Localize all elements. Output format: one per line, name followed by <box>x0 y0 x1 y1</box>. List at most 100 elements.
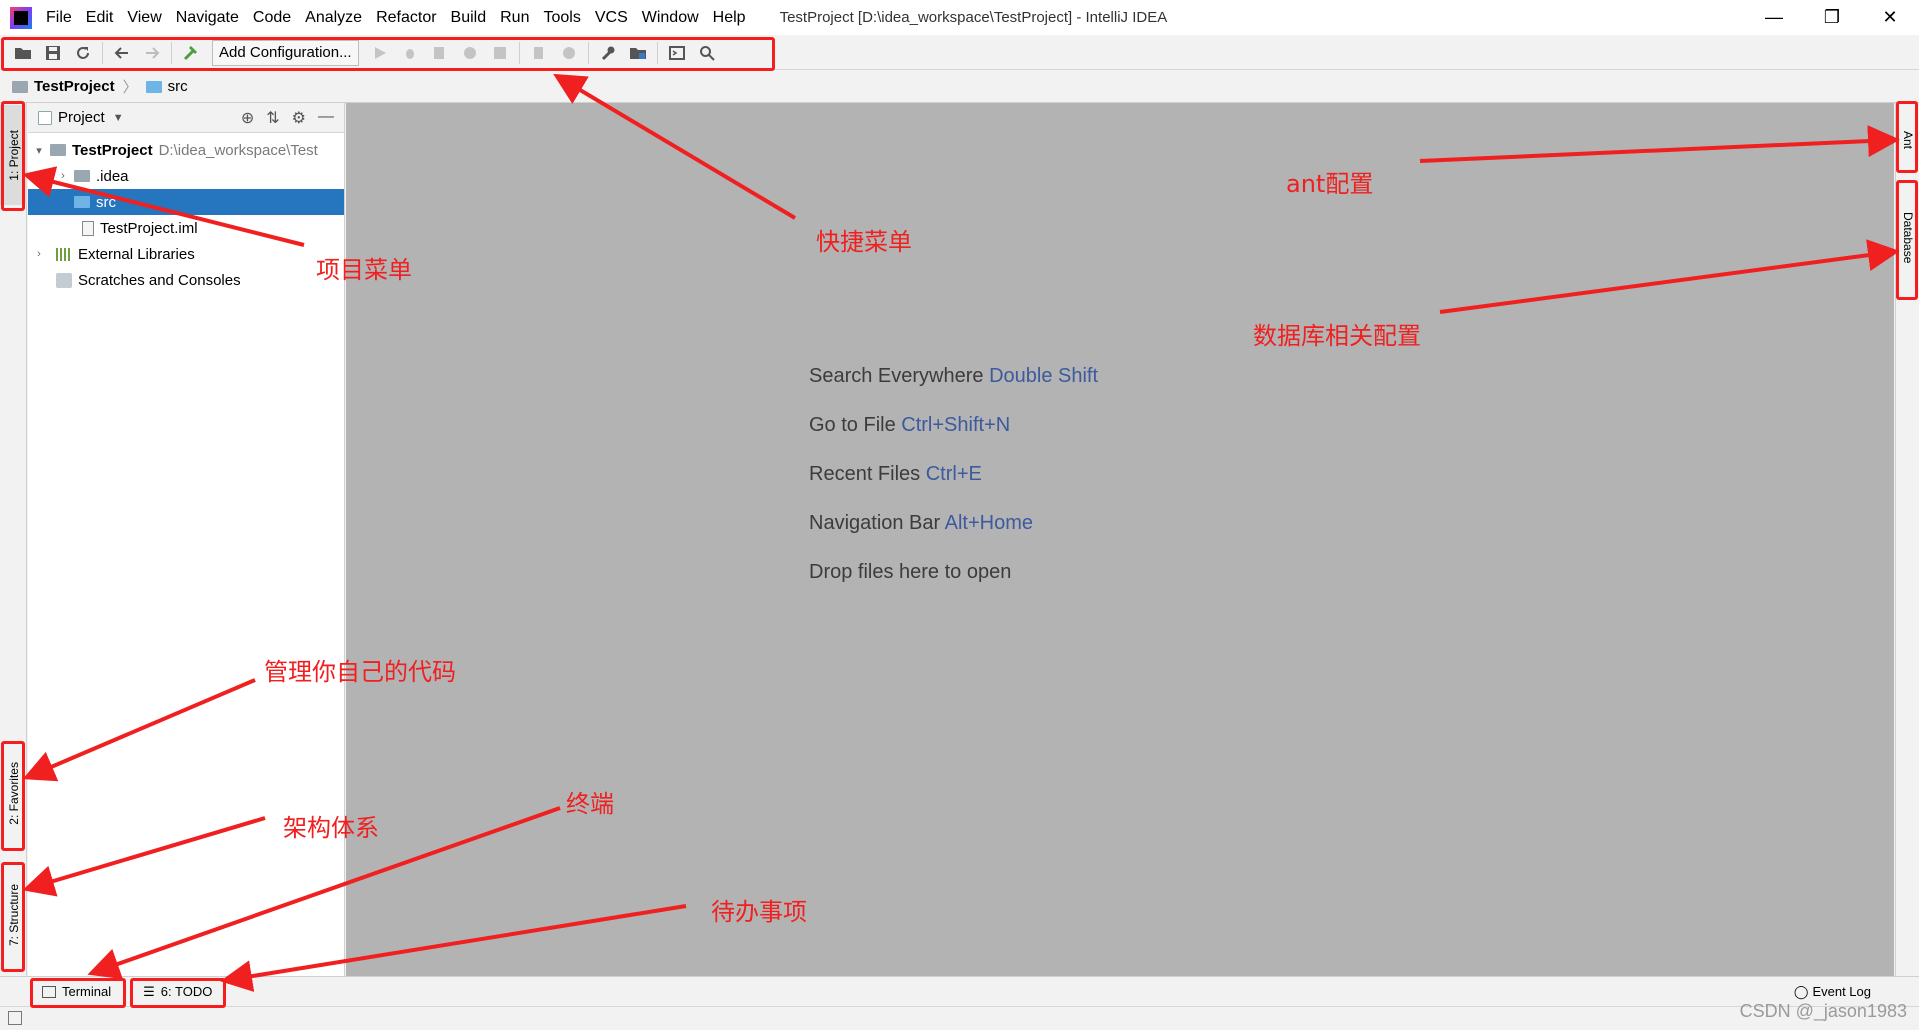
tab-database-label: Database <box>1901 212 1915 264</box>
watermark: CSDN @_jason1983 <box>1739 1001 1907 1021</box>
library-icon <box>56 247 72 261</box>
annotation-structure: 架构体系 <box>283 814 379 842</box>
forward-arrow-icon[interactable] <box>137 38 167 68</box>
vcs-update-icon[interactable] <box>554 38 584 68</box>
menu-view[interactable]: View <box>127 9 161 27</box>
attach-debugger-icon[interactable] <box>524 38 554 68</box>
build-hammer-icon[interactable] <box>176 38 206 68</box>
project-view-selector[interactable]: Project <box>58 109 105 126</box>
menu-edit[interactable]: Edit <box>86 9 114 27</box>
toolbar-separator <box>656 41 658 64</box>
tree-item-root[interactable]: ▾ TestProject D:\idea_workspace\Test <box>28 137 344 163</box>
tab-favorites[interactable]: 2: Favorites <box>0 743 27 843</box>
window-title: TestProject [D:\idea_workspace\TestProje… <box>779 9 1168 26</box>
editor-area[interactable]: Search Everywhere Double Shift Go to Fil… <box>346 103 1894 976</box>
bottom-tool-stripe: Terminal ☰ 6: TODO ◯ Event Log <box>0 976 1919 1006</box>
menu-help[interactable]: Help <box>713 9 746 27</box>
terminal-window-icon[interactable] <box>662 38 692 68</box>
right-tool-stripe: Ant Database <box>1895 103 1919 976</box>
breadcrumb-src[interactable]: src <box>168 78 188 95</box>
expanded-arrow-icon[interactable]: ▾ <box>32 144 46 157</box>
tree-iml-label: TestProject.iml <box>100 219 198 237</box>
tab-project[interactable]: 1: Project <box>0 105 27 205</box>
hint-search-everywhere: Search Everywhere Double Shift <box>809 365 1098 388</box>
hint-recent-files: Recent Files Ctrl+E <box>809 463 982 486</box>
tree-item-iml[interactable]: TestProject.iml <box>28 215 344 241</box>
collapsed-arrow-icon[interactable]: › <box>32 248 46 260</box>
project-panel-header: Project ▼ ⊕ ⇅ ⚙ — <box>28 103 344 133</box>
hint-navigation-bar: Navigation Bar Alt+Home <box>809 512 1033 535</box>
module-folder-icon <box>50 144 66 156</box>
close-button[interactable]: ✕ <box>1861 0 1919 35</box>
hide-panel-icon[interactable]: — <box>318 108 334 128</box>
coverage-icon[interactable] <box>425 38 455 68</box>
back-arrow-icon[interactable] <box>107 38 137 68</box>
restore-button[interactable]: ❐ <box>1803 0 1861 35</box>
tab-terminal[interactable]: Terminal <box>32 980 121 1004</box>
collapsed-arrow-icon[interactable]: › <box>56 170 70 182</box>
title-bar: File Edit View Navigate Code Analyze Ref… <box>0 0 1919 35</box>
hint-shortcut: Double Shift <box>989 365 1099 387</box>
save-icon[interactable] <box>38 38 68 68</box>
hint-shortcut: Ctrl+Shift+N <box>901 414 1011 436</box>
gear-icon[interactable]: ⚙ <box>292 108 306 128</box>
project-tool-window: Project ▼ ⊕ ⇅ ⚙ — ▾ TestProject D:\idea_… <box>28 103 345 976</box>
hint-drop-files: Drop files here to open <box>809 561 1011 584</box>
toolbar-separator <box>587 41 589 64</box>
debug-icon[interactable] <box>395 38 425 68</box>
tab-database[interactable]: Database <box>1896 183 1919 293</box>
settings-wrench-icon[interactable] <box>593 38 623 68</box>
tree-item-scratches[interactable]: Scratches and Consoles <box>28 267 344 293</box>
annotation-shortcut-menu: 快捷菜单 <box>816 228 912 256</box>
menu-navigate[interactable]: Navigate <box>176 9 239 27</box>
tree-libraries-label: External Libraries <box>78 245 195 263</box>
chevron-down-icon[interactable]: ▼ <box>113 112 124 124</box>
menu-file[interactable]: File <box>46 9 72 27</box>
left-tool-stripe: 1: Project 2: Favorites 7: Structure <box>0 103 27 976</box>
scratches-icon <box>56 272 72 288</box>
menu-tools[interactable]: Tools <box>543 9 580 27</box>
stop-icon[interactable] <box>485 38 515 68</box>
tab-event-log[interactable]: ◯ Event Log <box>1794 984 1919 1000</box>
tab-event-log-label: Event Log <box>1812 984 1871 999</box>
search-icon[interactable] <box>692 38 722 68</box>
profile-icon[interactable] <box>455 38 485 68</box>
menu-window[interactable]: Window <box>642 9 699 27</box>
tab-todo[interactable]: ☰ 6: TODO <box>133 980 222 1004</box>
menu-code[interactable]: Code <box>253 9 291 27</box>
project-structure-icon[interactable] <box>623 38 653 68</box>
tab-structure[interactable]: 7: Structure <box>0 865 27 965</box>
annotation-todo: 待办事项 <box>711 898 807 926</box>
minimize-button[interactable]: — <box>1745 0 1803 35</box>
menu-build[interactable]: Build <box>451 9 487 27</box>
status-window-icon[interactable] <box>8 1011 22 1025</box>
hint-label: Navigation Bar <box>809 512 941 534</box>
add-configuration-button[interactable]: Add Configuration... <box>212 39 359 66</box>
hint-go-to-file: Go to File Ctrl+Shift+N <box>809 414 1010 437</box>
run-icon[interactable] <box>365 38 395 68</box>
toolbar-separator <box>518 41 520 64</box>
sync-icon[interactable] <box>68 38 98 68</box>
tab-ant[interactable]: Ant <box>1896 105 1919 175</box>
menu-vcs[interactable]: VCS <box>595 9 628 27</box>
tree-item-libraries[interactable]: › External Libraries <box>28 241 344 267</box>
annotation-project-menu: 项目菜单 <box>316 256 412 284</box>
hint-label: Search Everywhere <box>809 365 984 387</box>
open-folder-icon[interactable] <box>8 38 38 68</box>
hint-shortcut: Ctrl+E <box>925 463 982 485</box>
breadcrumb-separator: 〉 <box>122 79 138 96</box>
breadcrumb-project[interactable]: TestProject <box>34 78 115 95</box>
menu-analyze[interactable]: Analyze <box>305 9 362 27</box>
locate-target-icon[interactable]: ⊕ <box>241 108 254 128</box>
todo-list-icon: ☰ <box>143 983 155 999</box>
annotation-terminal: 终端 <box>566 790 614 818</box>
menu-refactor[interactable]: Refactor <box>376 9 436 27</box>
toolbar-separator <box>102 41 103 64</box>
project-panel-actions: ⊕ ⇅ ⚙ — <box>241 108 344 128</box>
collapse-all-icon[interactable]: ⇅ <box>266 108 279 128</box>
tree-item-src[interactable]: src <box>28 189 344 215</box>
menu-run[interactable]: Run <box>500 9 529 27</box>
annotation-ant-config: ant配置 <box>1286 170 1374 198</box>
tab-ant-label: Ant <box>1901 130 1915 149</box>
tree-item-idea[interactable]: › .idea <box>28 163 344 189</box>
